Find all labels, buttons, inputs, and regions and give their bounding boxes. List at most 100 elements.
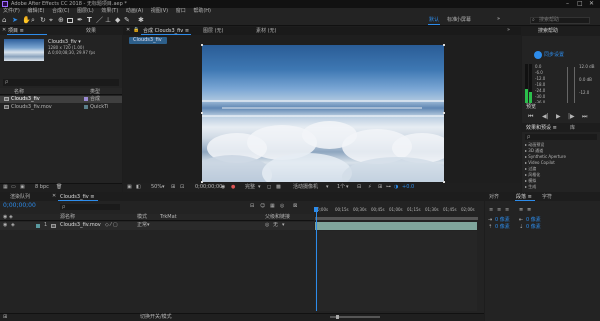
bounding-handle-tr[interactable] <box>443 44 445 46</box>
hand-tool-icon[interactable]: ✋ <box>22 17 31 24</box>
align-center-icon[interactable]: ≡ <box>497 208 501 213</box>
effect-category-item[interactable]: ▸ 生成 <box>525 185 566 191</box>
pan-behind-tool-icon[interactable]: ⊕ <box>58 17 65 24</box>
audio-toggle-icon[interactable]: ◈ <box>11 223 15 228</box>
bounding-handle-tl[interactable] <box>201 44 203 46</box>
zoom-level[interactable]: 50% <box>151 185 162 190</box>
bpc-label[interactable]: 8 bpc <box>35 185 49 190</box>
brush-tool-icon[interactable]: ／ <box>96 17 103 24</box>
flowchart-icon[interactable]: ⊶ <box>386 185 391 190</box>
indent-left-value[interactable]: 0 像素 <box>495 218 510 223</box>
layer-name[interactable]: Clouds3_fiv.mov <box>60 223 101 228</box>
project-tab-close-icon[interactable]: ✕ <box>2 28 6 33</box>
effects-controls-tab[interactable]: 效果 <box>86 29 96 34</box>
timeline-search-input[interactable] <box>60 204 120 210</box>
menu-window[interactable]: 窗口 <box>176 9 186 14</box>
resolution-dropdown[interactable]: 完整 <box>245 185 255 190</box>
new-folder-icon[interactable]: ▭ <box>11 185 16 190</box>
motion-blur-icon[interactable]: ◎ <box>280 204 284 209</box>
workspace-overflow-icon[interactable]: » <box>497 17 500 22</box>
region-of-interest-icon[interactable]: ◻ <box>267 185 271 190</box>
resolution-dropdown-icon[interactable]: ▾ <box>258 185 261 190</box>
rotate-tool-icon[interactable]: ↻ <box>40 17 47 24</box>
camera-dropdown-icon[interactable]: ▾ <box>326 185 329 190</box>
toggle-switches-modes[interactable]: 切换开关/模式 <box>140 315 172 320</box>
space-after-value[interactable]: 0 像素 <box>526 225 541 230</box>
col-source-name[interactable]: 源名称 <box>60 215 75 220</box>
av-switches-icon[interactable]: ◉ ◈ <box>3 215 13 220</box>
libraries-tab[interactable]: 库 <box>570 126 575 131</box>
shy-layers-icon[interactable]: ☺ <box>260 204 265 209</box>
layer-duration-bar[interactable] <box>315 222 477 230</box>
delete-icon[interactable]: 🗑 <box>56 185 62 190</box>
col-parent[interactable]: 父级和链接 <box>265 215 290 220</box>
next-frame-icon[interactable]: |▶ <box>568 114 575 120</box>
layer-mode-dropdown-icon[interactable]: ▾ <box>147 223 150 228</box>
camera-dropdown[interactable]: 活动摄像机 <box>293 185 318 190</box>
clone-tool-icon[interactable]: ⊥ <box>105 17 112 24</box>
current-time[interactable]: 0;00;00;00 <box>195 185 222 190</box>
prev-frame-icon[interactable]: ◀| <box>542 114 549 120</box>
layer-parent-dropdown[interactable]: 无 <box>273 223 278 228</box>
time-ruler[interactable]: 0;00s 00;15s 00;30s 00;45s 01;00s 01;15s… <box>315 203 480 221</box>
safe-area-icon[interactable]: ⊞ <box>171 185 175 190</box>
align-left-icon[interactable]: ≡ <box>489 208 493 213</box>
menu-effect[interactable]: 效果(T) <box>101 9 118 14</box>
workspace-small-screen[interactable]: 小屏幕 <box>456 18 471 23</box>
video-visibility-icon[interactable]: ◉ <box>3 223 7 228</box>
new-comp-icon[interactable]: ▣ <box>20 185 25 190</box>
align-tab[interactable]: 对齐 <box>489 195 499 200</box>
bounding-handle-br[interactable] <box>443 181 445 183</box>
render-queue-tab[interactable]: 渲染队列 <box>10 195 30 200</box>
last-frame-icon[interactable]: ⏭ <box>582 114 587 120</box>
menu-layer[interactable]: 图层(L) <box>77 9 94 14</box>
effects-search-input[interactable] <box>525 134 597 140</box>
space-before-value[interactable]: 0 像素 <box>495 225 510 230</box>
project-search-input[interactable] <box>3 79 119 86</box>
timeline-timecode[interactable]: 0;00;00;00 <box>3 203 36 209</box>
bounding-handle-ml[interactable] <box>201 112 203 114</box>
play-icon[interactable]: ▶ <box>556 114 561 120</box>
track-area[interactable] <box>315 231 477 311</box>
layer-parent-dropdown-icon[interactable]: ▾ <box>282 223 285 228</box>
character-tab[interactable]: 字符 <box>542 195 552 200</box>
col-trkmat[interactable]: TrkMat <box>160 215 177 220</box>
show-channel-icon[interactable]: ● <box>231 185 235 190</box>
work-area-bar[interactable] <box>315 217 478 220</box>
maximize-button[interactable]: □ <box>577 1 583 7</box>
graph-editor-icon[interactable]: ⊠ <box>293 204 297 209</box>
menu-file[interactable]: 文件(F) <box>3 9 20 14</box>
workspace-default[interactable]: 默认 <box>429 18 439 23</box>
project-col-type[interactable]: 类型 <box>90 90 100 95</box>
home-icon[interactable]: ⌂ <box>2 17 9 24</box>
footage-tab[interactable]: 素材 (无) <box>256 29 277 34</box>
reset-exposure-icon[interactable]: ◑ <box>394 185 398 190</box>
composition-preview-frame[interactable] <box>202 45 444 182</box>
layer-tab[interactable]: 图层 (无) <box>203 29 224 34</box>
close-button[interactable]: ✕ <box>589 1 594 7</box>
roto-brush-icon[interactable]: ✎ <box>124 17 131 24</box>
draft-3d-icon[interactable]: ⊟ <box>250 204 254 209</box>
camera-tool-icon[interactable]: ⌖ <box>49 17 56 24</box>
project-col-name[interactable]: 名称 <box>14 90 24 95</box>
comp-tab-close-icon[interactable]: ✕ <box>126 28 130 33</box>
align-right-icon[interactable]: ≡ <box>505 208 509 213</box>
minimize-button[interactable]: – <box>566 1 569 7</box>
comp-tab-lock-icon[interactable]: 🔒 <box>133 28 139 33</box>
bounding-handle-bl[interactable] <box>201 181 203 183</box>
views-dropdown[interactable]: 1个 <box>337 185 345 190</box>
indent-right-value[interactable]: 0 像素 <box>526 218 541 223</box>
menu-view[interactable]: 视图(V) <box>151 9 168 14</box>
eraser-tool-icon[interactable]: ◆ <box>115 17 122 24</box>
selection-tool-icon[interactable]: ➤ <box>12 17 19 24</box>
fast-preview-icon[interactable]: ⚡ <box>368 185 372 190</box>
menu-edit[interactable]: 编辑(E) <box>27 9 44 14</box>
justify-all-icon[interactable]: ≣ <box>527 208 531 213</box>
first-frame-icon[interactable]: ⏮ <box>528 114 533 120</box>
justify-icon[interactable]: ≣ <box>519 208 523 213</box>
col-mode[interactable]: 模式 <box>137 215 147 220</box>
timeline-link-icon[interactable]: ⊞ <box>378 185 382 190</box>
type-tool-icon[interactable]: T <box>87 17 94 24</box>
sync-settings-button[interactable]: 同步设置 <box>544 53 564 58</box>
layer-row[interactable]: ◉ ◈ 1 Clouds3_fiv.mov ◇ ⁄ ▢ 正常 ▾ ◎ 无 ▾ <box>0 222 314 230</box>
